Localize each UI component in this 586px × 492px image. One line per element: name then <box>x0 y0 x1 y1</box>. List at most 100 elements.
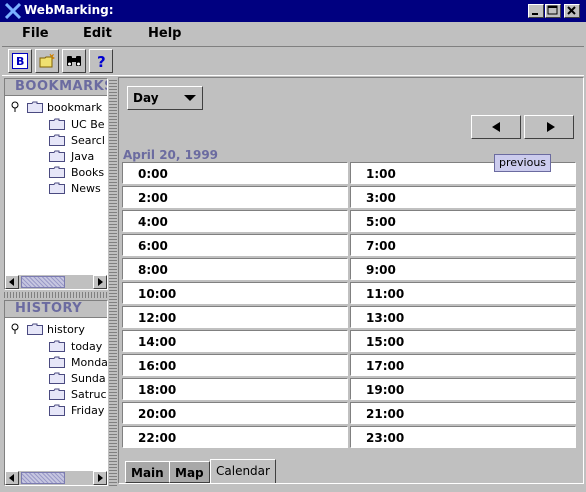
history-item[interactable]: today <box>71 340 102 353</box>
bookmark-item[interactable]: Java <box>71 150 94 163</box>
title-bar: WebMarking: <box>0 0 586 22</box>
main-splitter[interactable] <box>109 78 117 486</box>
bookmark-item[interactable]: Books <box>71 166 104 179</box>
hour-slot[interactable]: 4:00 <box>122 210 348 232</box>
bookmark-toolbar-button[interactable]: B <box>8 49 32 73</box>
folder-icon <box>49 182 65 194</box>
bookmark-b-icon: B <box>12 53 28 69</box>
history-item[interactable]: Sunda <box>71 372 106 385</box>
maximize-button[interactable] <box>545 4 561 18</box>
folder-icon <box>49 404 65 416</box>
hour-slot[interactable]: 5:00 <box>350 210 576 232</box>
bookmarks-hscrollbar[interactable] <box>5 275 107 289</box>
hour-slot[interactable]: 2:00 <box>122 186 348 208</box>
hour-slot[interactable]: 13:00 <box>350 306 576 328</box>
menu-help[interactable]: Help <box>148 26 181 41</box>
svg-text:B: B <box>16 55 24 68</box>
folder-icon <box>27 323 43 335</box>
scroll-right-button[interactable] <box>93 275 107 289</box>
history-panel: HISTORY history today Monda Sunda Satruc… <box>4 300 108 486</box>
find-toolbar-button[interactable] <box>62 49 86 73</box>
folder-icon <box>49 388 65 400</box>
hour-slot[interactable]: 14:00 <box>122 330 348 352</box>
scroll-right-button[interactable] <box>93 471 107 485</box>
menu-file[interactable]: File <box>22 26 49 41</box>
tab-main[interactable]: Main <box>125 461 170 483</box>
scroll-left-button[interactable] <box>5 275 19 289</box>
tree-root-history[interactable]: history <box>47 323 85 336</box>
hour-slot[interactable]: 0:00 <box>122 162 348 184</box>
hour-slot[interactable]: 21:00 <box>350 402 576 424</box>
folder-icon <box>49 340 65 352</box>
arrow-left-icon <box>492 122 500 132</box>
tab-map[interactable]: Map <box>169 461 210 483</box>
help-icon: ? <box>97 53 106 69</box>
hour-slot[interactable]: 9:00 <box>350 258 576 280</box>
menu-bar: File Edit Help <box>0 22 586 44</box>
tree-node-key-icon[interactable] <box>10 101 20 113</box>
scroll-thumb[interactable] <box>21 276 65 288</box>
new-folder-toolbar-button[interactable] <box>35 49 59 73</box>
arrow-right-icon <box>547 122 555 132</box>
history-item[interactable]: Satruc <box>71 388 107 401</box>
app-icon <box>5 3 21 19</box>
hour-slot[interactable]: 17:00 <box>350 354 576 376</box>
hour-slot[interactable]: 20:00 <box>122 402 348 424</box>
hour-slot[interactable]: 19:00 <box>350 378 576 400</box>
hour-slot[interactable]: 18:00 <box>122 378 348 400</box>
history-hscrollbar[interactable] <box>5 471 107 485</box>
new-folder-icon <box>39 53 55 68</box>
binoculars-icon <box>67 56 81 66</box>
left-splitter[interactable] <box>4 292 108 298</box>
hour-slot[interactable]: 22:00 <box>122 426 348 448</box>
tab-calendar[interactable]: Calendar <box>210 459 276 483</box>
previous-tooltip: previous <box>494 154 552 172</box>
calendar-panel: Day April 20, 1999 0:00 1:00 2:00 3:00 4:00 5… <box>118 77 584 484</box>
bookmark-item[interactable]: Searcl <box>71 134 105 147</box>
history-item[interactable]: Friday <box>71 404 104 417</box>
folder-icon <box>27 101 43 113</box>
hour-slot[interactable]: 7:00 <box>350 234 576 256</box>
hour-slot[interactable]: 15:00 <box>350 330 576 352</box>
scroll-left-button[interactable] <box>5 471 19 485</box>
hour-slot[interactable]: 12:00 <box>122 306 348 328</box>
hour-slot[interactable]: 6:00 <box>122 234 348 256</box>
hour-slot[interactable]: 8:00 <box>122 258 348 280</box>
folder-icon <box>49 166 65 178</box>
view-select[interactable]: Day <box>127 86 203 110</box>
close-button[interactable] <box>564 4 580 18</box>
calendar-date: April 20, 1999 <box>123 148 219 162</box>
folder-icon <box>49 150 65 162</box>
hour-slot[interactable]: 11:00 <box>350 282 576 304</box>
history-header: HISTORY <box>5 301 107 318</box>
hour-slot[interactable]: 16:00 <box>122 354 348 376</box>
previous-button[interactable] <box>471 115 521 139</box>
window-title: WebMarking: <box>24 3 114 17</box>
arrow-right-icon <box>98 474 103 482</box>
scroll-thumb[interactable] <box>21 472 65 484</box>
menu-edit[interactable]: Edit <box>83 26 112 41</box>
tree-node-key-icon[interactable] <box>10 323 20 335</box>
history-item[interactable]: Monda <box>71 356 108 369</box>
help-toolbar-button[interactable]: ? <box>89 49 113 73</box>
arrow-left-icon <box>9 278 14 286</box>
bookmarks-header: BOOKMARKS <box>5 79 107 96</box>
hour-slot[interactable]: 3:00 <box>350 186 576 208</box>
bookmark-item[interactable]: News <box>71 182 101 195</box>
chevron-down-icon <box>184 95 196 101</box>
hour-slot[interactable]: 23:00 <box>350 426 576 448</box>
folder-icon <box>49 134 65 146</box>
hour-slot[interactable]: 10:00 <box>122 282 348 304</box>
next-button[interactable] <box>524 115 574 139</box>
arrow-right-icon <box>98 278 103 286</box>
folder-icon <box>49 118 65 130</box>
bookmark-item[interactable]: UC Be <box>71 118 105 131</box>
svg-text:?: ? <box>97 53 106 69</box>
toolbar: B ? <box>2 46 584 76</box>
tree-root-bookmark[interactable]: bookmark <box>47 101 102 114</box>
folder-icon <box>49 372 65 384</box>
bookmarks-panel: BOOKMARKS bookmark UC Be Searcl Java Boo… <box>4 78 108 290</box>
minimize-button[interactable] <box>528 4 544 18</box>
view-select-value: Day <box>133 91 159 105</box>
arrow-left-icon <box>9 474 14 482</box>
